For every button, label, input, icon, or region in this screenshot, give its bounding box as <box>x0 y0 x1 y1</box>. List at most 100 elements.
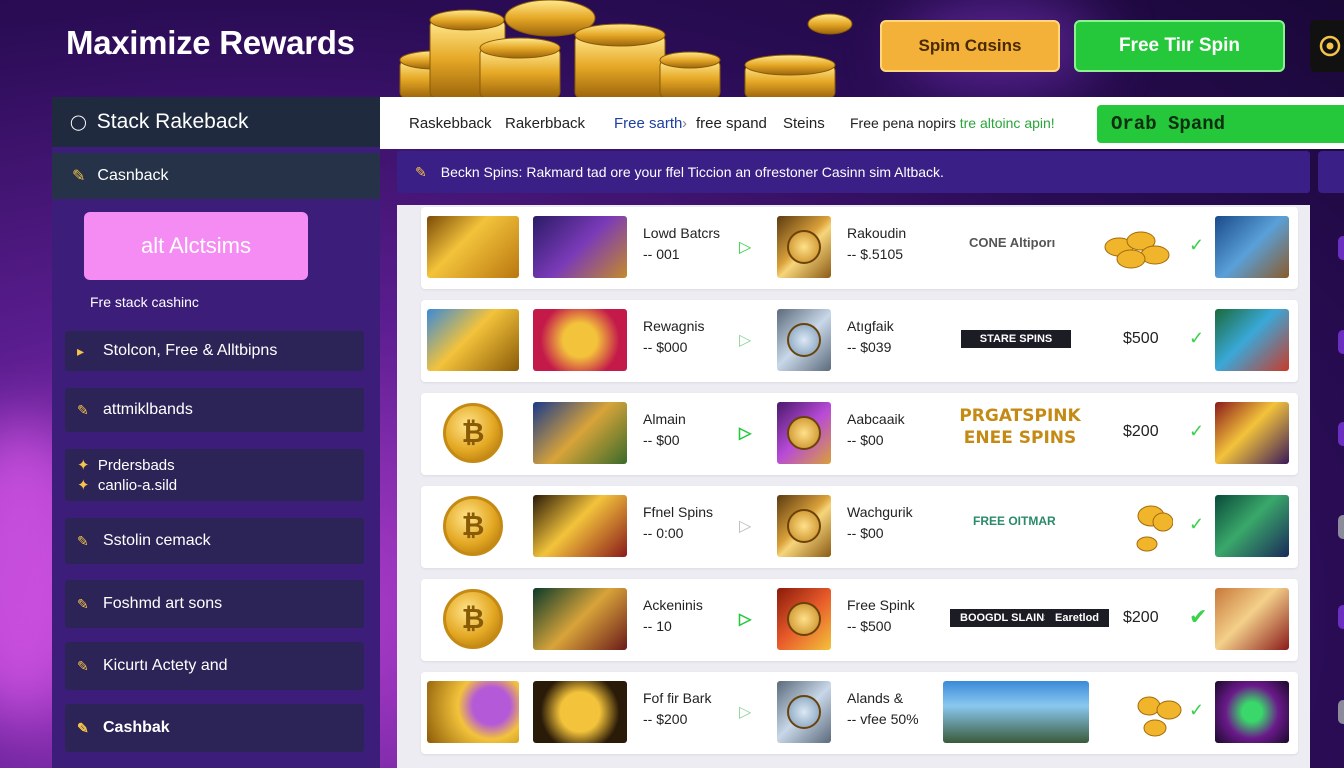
pencil-icon: ✎ <box>77 595 89 612</box>
promo-logo-text: PRGATSPINK ENEE SPINS <box>959 406 1081 448</box>
notice-edge-tab[interactable] <box>1318 151 1344 193</box>
check-icon: ✓ <box>1189 235 1205 255</box>
promo-label: FREE OITMAR <box>973 514 1056 528</box>
tab-free-search[interactable]: Free sarth <box>614 115 682 132</box>
game-thumbnail[interactable] <box>427 309 519 371</box>
game-thumbnail[interactable] <box>1215 216 1289 278</box>
promo-subtitle: Fre stack cashinc <box>90 294 199 310</box>
bitcoin-icon: ₿ <box>443 589 503 649</box>
medal-thumbnail[interactable] <box>777 495 831 557</box>
bitcoin-icon: ₿ <box>443 496 503 556</box>
coins-icon <box>1137 696 1182 737</box>
game-thumbnail[interactable] <box>427 681 519 743</box>
game-thumbnail[interactable] <box>533 216 627 278</box>
play-icon[interactable]: ▷ <box>739 516 751 536</box>
prize-amount: $500 <box>1123 330 1159 347</box>
game-thumbnail[interactable] <box>1215 681 1289 743</box>
tab-bar: Raskebback Rakerbback Free sarth › free … <box>380 97 1344 149</box>
page-title: Maximize Rewards <box>66 24 355 61</box>
play-icon[interactable]: ▷ <box>739 609 751 629</box>
sidebar-item-label: Kicurtı Actety and <box>103 657 228 674</box>
tab-promo-text[interactable]: Free pena nopirs tre altoinc apin! <box>850 115 1055 131</box>
game-info: Lowd Batcrs -- 001 <box>643 225 721 262</box>
game-thumbnail[interactable] <box>1215 588 1289 650</box>
tab-rakerback[interactable]: Rakerbback <box>505 115 585 132</box>
edge-tab[interactable] <box>1338 515 1344 539</box>
game-thumbnail[interactable] <box>1215 402 1289 464</box>
tab-separator: › <box>682 115 687 132</box>
sidebar-header[interactable]: ◯ Stack Rakeback <box>52 97 380 147</box>
pencil-icon: ✎ <box>77 532 89 549</box>
game-thumbnail[interactable] <box>533 309 627 371</box>
edge-tab[interactable] <box>1338 700 1344 724</box>
sidebar: ◯ Stack Rakeback ✎ Casnback alt Alctsims… <box>52 97 380 768</box>
tab-steins[interactable]: Steins <box>783 115 825 132</box>
edge-tab[interactable] <box>1338 236 1344 260</box>
sidebar-item[interactable]: ▸ Stolcon, Free & Alltbipns <box>65 331 364 371</box>
sidebar-item-cashback[interactable]: ✎ Casnback <box>52 153 380 199</box>
game-row[interactable]: ₿ Almain -- $00 ▷ Aabcaaik -- $00 PRGATSPI… <box>421 393 1298 475</box>
sidebar-item-sublabel: ✦ canlio-a.sild <box>77 477 178 494</box>
medal-thumbnail[interactable] <box>777 309 831 371</box>
game-row[interactable]: Rewagnis -- $000 ▷ Atıgfaik -- $039 STARE … <box>421 300 1298 382</box>
tab-rakeback[interactable]: Raskebback <box>409 115 492 132</box>
chevron-right-icon: ▸ <box>77 342 85 359</box>
game-banner[interactable] <box>943 681 1089 743</box>
spin-casinos-button[interactable]: Spim Cɑsins <box>880 20 1060 72</box>
medal-thumbnail[interactable] <box>777 402 831 464</box>
game-thumbnail[interactable] <box>1215 309 1289 371</box>
sidebar-item[interactable]: ✦ Prdersbads ✦ canlio-a.sild <box>65 449 364 501</box>
play-icon[interactable]: ▷ <box>739 330 751 350</box>
edge-tab[interactable] <box>1338 605 1344 629</box>
game-thumbnail[interactable] <box>533 402 627 464</box>
game-info: Rewagnis -- $000 <box>643 318 705 355</box>
sidebar-item-label: ✦ Prdersbads <box>77 457 175 474</box>
prize-amount: $200 <box>1123 609 1159 626</box>
game-info: Ackeninis -- 10 <box>643 597 703 634</box>
game-row[interactable]: ₿ Ffnel Spins -- 0:00 ▷ Wachgurik -- $00 F… <box>421 486 1298 568</box>
game-thumbnail[interactable] <box>1215 495 1289 557</box>
promo-button[interactable]: alt Alctsims <box>84 212 308 280</box>
game-row[interactable]: ₿ Ackeninis -- 10 ▷ Free Spink -- $500 BOO… <box>421 579 1298 661</box>
sidebar-item-label: Stolcon, Free & Alltbipns <box>103 342 278 359</box>
promo-badge: Earetlod <box>1045 609 1110 627</box>
sidebar-item[interactable]: ✎ Kicurtı Actety and <box>65 642 364 690</box>
game-row[interactable]: Lowd Batcrs -- 001 ▷ Rakoudin -- $.5105 CO… <box>421 207 1298 289</box>
game-info: Free Spink -- $500 <box>847 597 915 634</box>
game-thumbnail[interactable] <box>533 588 627 650</box>
play-icon[interactable]: ▷ <box>739 237 751 257</box>
notice-text: Beckn Spins: Rakmard tad ore your ffel T… <box>440 164 944 180</box>
sidebar-item-label: attmiklbands <box>103 401 193 418</box>
sidebar-item[interactable]: ✎ Foshmd art sons <box>65 580 364 628</box>
bitcoin-icon: ₿ <box>443 403 503 463</box>
play-icon[interactable]: ▷ <box>739 702 751 722</box>
medal-thumbnail[interactable] <box>777 216 831 278</box>
shield-check-icon: ✔ <box>1189 604 1208 629</box>
medal-thumbnail[interactable] <box>777 681 831 743</box>
sidebar-item-label: Foshmd art sons <box>103 595 223 612</box>
stack-icon: ◯ <box>70 114 87 131</box>
game-thumbnail[interactable] <box>533 495 627 557</box>
grab-spand-button[interactable]: Orab Spand <box>1097 105 1344 143</box>
edge-tab[interactable] <box>1338 330 1344 354</box>
medal-thumbnail[interactable] <box>777 588 831 650</box>
game-thumbnail[interactable] <box>533 681 627 743</box>
free-spin-button[interactable]: Free Tiır Spin <box>1074 20 1285 72</box>
game-thumbnail[interactable] <box>427 216 519 278</box>
sidebar-item[interactable]: ✎ Sstolin cemack <box>65 518 364 564</box>
sidebar-item[interactable]: ✎ attmiklbands <box>65 388 364 432</box>
brand-logo-icon[interactable] <box>1310 20 1344 72</box>
game-info: Alands & -- vfee 50% <box>847 690 919 727</box>
pencil-icon: ✎ <box>77 719 89 736</box>
edge-tab[interactable] <box>1338 422 1344 446</box>
game-info: Atıgfaik -- $039 <box>847 318 894 355</box>
play-icon[interactable]: ▷ <box>739 423 751 443</box>
game-row[interactable]: Fof fir Bark -- $200 ▷ Alands & -- vfee 50… <box>421 672 1298 754</box>
tab-free-spand[interactable]: free spand <box>696 115 767 132</box>
game-info: Aabcaaik -- $00 <box>847 411 905 448</box>
check-icon: ✓ <box>1189 700 1205 720</box>
check-icon: ✓ <box>1189 514 1205 534</box>
sidebar-item[interactable]: ✎ Cashbak <box>65 704 364 752</box>
promo-label: CONE Altiporı <box>969 235 1056 250</box>
sidebar-item-label: Sstolin cemack <box>103 532 211 549</box>
